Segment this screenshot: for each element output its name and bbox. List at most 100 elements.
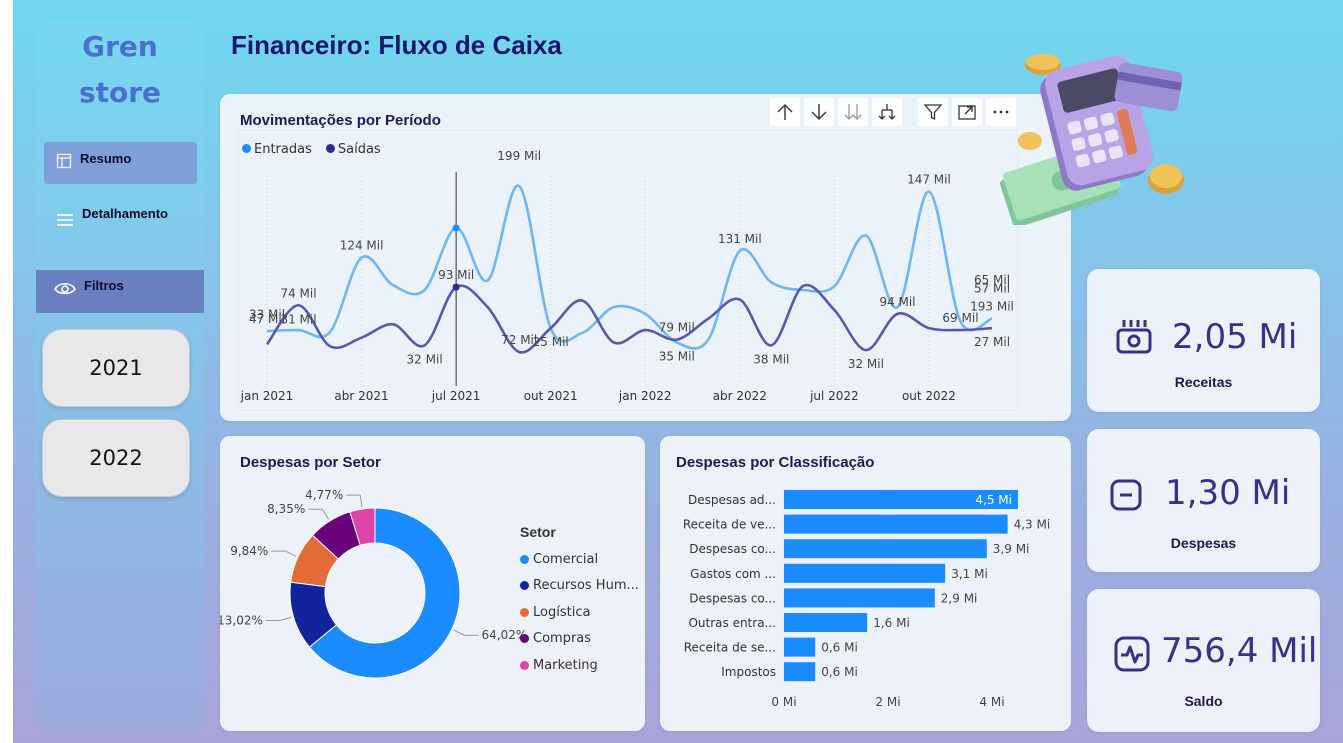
data-label: 131 Mil <box>718 232 762 246</box>
bar[interactable] <box>784 662 816 682</box>
x-tick-label: out 2021 <box>524 389 578 403</box>
wallet-icon <box>1116 320 1152 354</box>
bar[interactable] <box>784 613 868 632</box>
nav-detalhamento[interactable]: Detalhamento <box>44 198 204 240</box>
bar-category-label: Despesas co... <box>689 542 776 556</box>
setor-legend-label: Logística <box>533 604 591 620</box>
year-button-2022[interactable]: 2022 <box>42 419 190 497</box>
bar-category-label: Impostos <box>721 665 776 679</box>
despesas-setor-card[interactable]: Despesas por Setor 64,02% 13,02% 9,84% 8,35… <box>220 436 645 731</box>
data-label: 93 Mil <box>438 268 474 282</box>
layout-icon <box>56 153 72 169</box>
bar-x-tick-label: 4 Mi <box>979 695 1004 709</box>
kpi-saldo-label: Saldo <box>1184 693 1223 709</box>
eye-icon <box>54 282 76 295</box>
setor-legend-label: Comercial <box>533 551 599 567</box>
bar-category-label: Gastos com ... <box>690 567 776 581</box>
x-tick-label: jan 2022 <box>618 389 672 403</box>
minus-square-icon <box>1110 479 1142 511</box>
setor-legend-label: Recursos Hum... <box>533 578 639 594</box>
kpi-despesas-card: 1,30 Mi Despesas <box>1087 429 1320 572</box>
data-label: 124 Mil <box>340 239 384 253</box>
donut-leader-line <box>271 550 297 557</box>
setor-legend-item[interactable]: Marketing <box>520 652 639 679</box>
bar-value-label: 2,9 Mi <box>941 591 978 605</box>
donut-value-label: 4,77% <box>305 488 343 502</box>
bar-value-label: 0,6 Mi <box>821 641 858 655</box>
bar-value-label: 4,3 Mi <box>1014 518 1051 532</box>
nav-detalhamento-label: Detalhamento <box>82 206 168 221</box>
brand-line1: Gren <box>82 30 158 63</box>
data-label: 147 Mil <box>907 173 951 187</box>
bar[interactable] <box>784 514 1008 534</box>
data-label: 38 Mil <box>753 352 789 366</box>
bar-chart[interactable]: 0 Mi 2 Mi 4 Mi Despesas ad... 4,5 Mi Receita … <box>660 436 1071 731</box>
line-chart[interactable]: jan 2021 abr 2021 jul 2021 out 2021 jan 2022… <box>220 94 1071 421</box>
bar-value-label: 3,9 Mi <box>993 542 1030 556</box>
donut-value-label: 8,35% <box>267 502 305 516</box>
setor-legend-label: Compras <box>533 631 592 647</box>
x-tick-label: jul 2022 <box>809 389 859 403</box>
nav-filtros[interactable]: Filtros <box>36 270 204 313</box>
movimentacoes-card[interactable]: Movimentações por Período Entradas Saída… <box>220 94 1071 421</box>
nav-resumo[interactable]: Resumo <box>44 142 197 184</box>
kpi-receitas-value: 2,05 Mi <box>1172 317 1298 357</box>
setor-legend-item[interactable]: Comercial <box>520 546 639 573</box>
bar[interactable] <box>784 637 816 657</box>
pulse-icon <box>1114 636 1150 672</box>
bar-category-label: Outras entra... <box>688 616 776 630</box>
bar[interactable] <box>784 539 987 559</box>
bar-x-tick-label: 2 Mi <box>875 695 900 709</box>
donut-leader-line <box>265 616 292 621</box>
data-label: 199 Mil <box>497 149 541 163</box>
donut-leader-line <box>346 494 363 508</box>
setor-legend-dot <box>520 581 529 591</box>
data-label: 32 Mil <box>848 357 884 371</box>
kpi-receitas-card: 2,05 Mi Receitas <box>1087 269 1320 412</box>
setor-legend-dot <box>520 634 529 644</box>
hover-point-saidas[interactable] <box>452 283 460 291</box>
x-tick-label: jul 2021 <box>431 389 481 403</box>
setor-legend-items: Comercial Recursos Hum... Logística Compras… <box>520 546 639 679</box>
setor-legend-dot <box>520 660 529 670</box>
setor-legend: Setor Comercial Recursos Hum... Logística C… <box>520 524 639 679</box>
nav-filtros-label: Filtros <box>84 278 124 293</box>
coin-icon-3 <box>1018 132 1042 150</box>
bar-value-label: 4,5 Mi <box>975 493 1012 507</box>
donut-leader-line <box>453 629 479 636</box>
menu-lines-icon <box>57 214 73 226</box>
x-tick-label: out 2022 <box>902 389 956 403</box>
nav-resumo-label: Resumo <box>80 151 132 166</box>
x-tick-label: abr 2022 <box>713 389 767 403</box>
kpi-saldo-card: 756,4 Mil Saldo <box>1087 589 1320 732</box>
coin-face-2 <box>1150 164 1182 188</box>
data-label: 31 Mil <box>280 312 316 326</box>
data-label: 74 Mil <box>280 286 316 300</box>
setor-legend-item[interactable]: Recursos Hum... <box>520 573 639 600</box>
bar-x-tick-label: 0 Mi <box>771 695 796 709</box>
data-label: 32 Mil <box>407 352 443 366</box>
despesas-classificacao-card[interactable]: Despesas por Classificação 0 Mi 2 Mi 4 Mi D… <box>660 436 1071 731</box>
x-tick-label: jan 2021 <box>240 389 294 403</box>
bar-value-label: 0,6 Mi <box>821 665 858 679</box>
kpi-despesas-value: 1,30 Mi <box>1165 473 1291 513</box>
donut-leader-line <box>308 508 330 520</box>
bar[interactable] <box>784 588 935 608</box>
page-title: Financeiro: Fluxo de Caixa <box>231 30 562 60</box>
hover-point-entradas[interactable] <box>452 224 460 232</box>
donut-value-label: 13,02% <box>220 613 263 627</box>
setor-legend-dot <box>520 607 529 617</box>
setor-legend-label: Marketing <box>533 657 598 673</box>
data-label: 25 Mil <box>533 335 569 349</box>
bar-value-label: 1,6 Mi <box>873 616 910 630</box>
bar-value-label: 3,1 Mi <box>951 567 988 581</box>
data-label: 94 Mil <box>879 295 915 309</box>
setor-legend-dot <box>520 554 529 564</box>
bar[interactable] <box>784 563 946 583</box>
setor-legend-item[interactable]: Compras <box>520 626 639 653</box>
bar-category-label: Receita de ve... <box>683 518 776 532</box>
x-tick-label: abr 2021 <box>334 389 388 403</box>
series-entradas-line[interactable] <box>266 184 993 350</box>
year-button-2021[interactable]: 2021 <box>42 329 190 407</box>
setor-legend-item[interactable]: Logística <box>520 599 639 626</box>
